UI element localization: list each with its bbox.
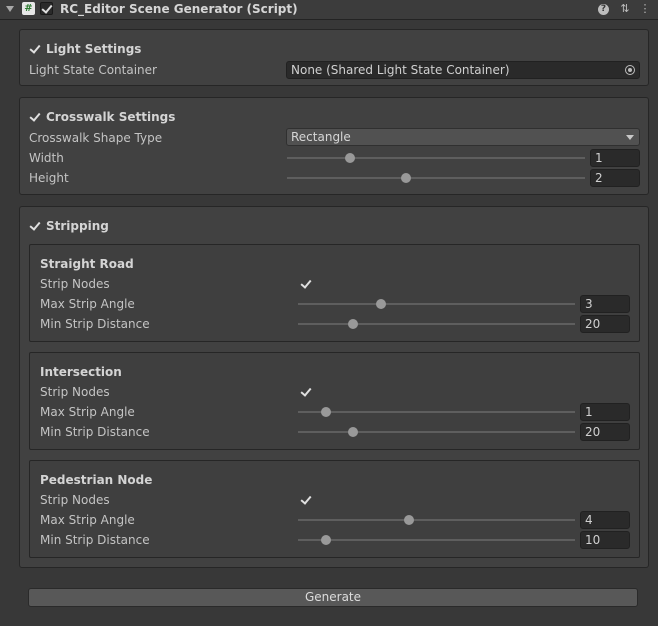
stripping-title: Stripping bbox=[46, 219, 109, 233]
width-field[interactable]: 1 bbox=[590, 149, 640, 167]
pedestrian-node-max-angle-thumb[interactable] bbox=[403, 515, 414, 525]
component-header: # RC_Editor Scene Generator (Script) ? ⇅… bbox=[0, 0, 658, 20]
pedestrian-node-group: Pedestrian Node Strip Nodes Max Strip An… bbox=[29, 460, 640, 558]
generate-button[interactable]: Generate bbox=[28, 588, 638, 607]
pedestrian-node-max-angle-slider[interactable] bbox=[298, 515, 575, 525]
context-menu-icon[interactable]: ⋮ bbox=[638, 2, 652, 16]
width-label: Width bbox=[29, 151, 64, 165]
height-field[interactable]: 2 bbox=[590, 169, 640, 187]
crosswalk-settings-title: Crosswalk Settings bbox=[46, 110, 176, 124]
intersection-min-distance-thumb[interactable] bbox=[348, 427, 359, 437]
light-state-container-label: Light State Container bbox=[29, 63, 157, 77]
straight-road-max-angle-thumb[interactable] bbox=[376, 299, 387, 309]
script-icon: # bbox=[22, 2, 35, 15]
foldout-arrow-icon[interactable] bbox=[6, 6, 14, 12]
width-slider-track[interactable] bbox=[287, 153, 585, 163]
light-state-container-field[interactable]: None (Shared Light State Container) bbox=[286, 61, 640, 79]
straight-road-min-distance-label: Min Strip Distance bbox=[40, 317, 150, 331]
component-enabled-checkbox[interactable] bbox=[40, 2, 53, 15]
straight-road-max-angle-slider[interactable] bbox=[298, 299, 575, 309]
crosswalk-settings-panel: Crosswalk Settings Crosswalk Shape Type … bbox=[19, 97, 649, 195]
intersection-min-distance-label: Min Strip Distance bbox=[40, 425, 150, 439]
intersection-max-angle-thumb[interactable] bbox=[320, 407, 331, 417]
intersection-title: Intersection bbox=[40, 365, 122, 379]
object-picker-icon[interactable] bbox=[625, 65, 635, 75]
pedestrian-node-strip-nodes-checkbox[interactable] bbox=[300, 494, 313, 507]
pedestrian-node-max-angle-field[interactable]: 4 bbox=[580, 511, 630, 529]
light-state-container-value: None (Shared Light State Container) bbox=[291, 63, 510, 77]
crosswalk-shape-dropdown[interactable]: Rectangle bbox=[286, 128, 640, 146]
crosswalk-shape-value: Rectangle bbox=[291, 130, 351, 144]
pedestrian-node-min-distance-field[interactable]: 10 bbox=[580, 531, 630, 549]
intersection-min-distance-slider[interactable] bbox=[298, 427, 575, 437]
pedestrian-node-min-distance-thumb[interactable] bbox=[320, 535, 331, 545]
width-slider-thumb[interactable] bbox=[344, 153, 355, 163]
dropdown-caret-icon bbox=[626, 135, 634, 140]
pedestrian-node-min-distance-label: Min Strip Distance bbox=[40, 533, 150, 547]
height-slider-thumb[interactable] bbox=[401, 173, 412, 183]
straight-road-min-distance-field[interactable]: 20 bbox=[580, 315, 630, 333]
intersection-max-angle-slider[interactable] bbox=[298, 407, 575, 417]
intersection-max-angle-label: Max Strip Angle bbox=[40, 405, 135, 419]
height-slider-track[interactable] bbox=[287, 173, 585, 183]
stripping-panel: Stripping Straight Road Strip Nodes Max … bbox=[19, 206, 649, 568]
straight-road-max-angle-field[interactable]: 3 bbox=[580, 295, 630, 313]
pedestrian-node-strip-nodes-label: Strip Nodes bbox=[40, 493, 110, 507]
intersection-strip-nodes-checkbox[interactable] bbox=[300, 386, 313, 399]
straight-road-min-distance-thumb[interactable] bbox=[348, 319, 359, 329]
light-settings-panel: Light Settings Light State Container Non… bbox=[19, 29, 649, 86]
intersection-max-angle-field[interactable]: 1 bbox=[580, 403, 630, 421]
straight-road-title: Straight Road bbox=[40, 257, 134, 271]
pedestrian-node-title: Pedestrian Node bbox=[40, 473, 153, 487]
presets-icon[interactable]: ⇅ bbox=[618, 2, 632, 16]
height-label: Height bbox=[29, 171, 69, 185]
crosswalk-settings-checkbox[interactable] bbox=[29, 111, 42, 124]
crosswalk-shape-label: Crosswalk Shape Type bbox=[29, 131, 163, 145]
intersection-group: Intersection Strip Nodes Max Strip Angle… bbox=[29, 352, 640, 450]
help-icon[interactable]: ? bbox=[598, 4, 609, 15]
light-settings-checkbox[interactable] bbox=[29, 43, 42, 56]
straight-road-group: Straight Road Strip Nodes Max Strip Angl… bbox=[29, 244, 640, 342]
light-settings-title: Light Settings bbox=[46, 42, 142, 56]
intersection-min-distance-field[interactable]: 20 bbox=[580, 423, 630, 441]
intersection-strip-nodes-label: Strip Nodes bbox=[40, 385, 110, 399]
straight-road-strip-nodes-label: Strip Nodes bbox=[40, 277, 110, 291]
straight-road-max-angle-label: Max Strip Angle bbox=[40, 297, 135, 311]
pedestrian-node-min-distance-slider[interactable] bbox=[298, 535, 575, 545]
component-title: RC_Editor Scene Generator (Script) bbox=[60, 2, 298, 16]
stripping-checkbox[interactable] bbox=[29, 220, 42, 233]
straight-road-strip-nodes-checkbox[interactable] bbox=[300, 278, 313, 291]
pedestrian-node-max-angle-label: Max Strip Angle bbox=[40, 513, 135, 527]
straight-road-min-distance-slider[interactable] bbox=[298, 319, 575, 329]
